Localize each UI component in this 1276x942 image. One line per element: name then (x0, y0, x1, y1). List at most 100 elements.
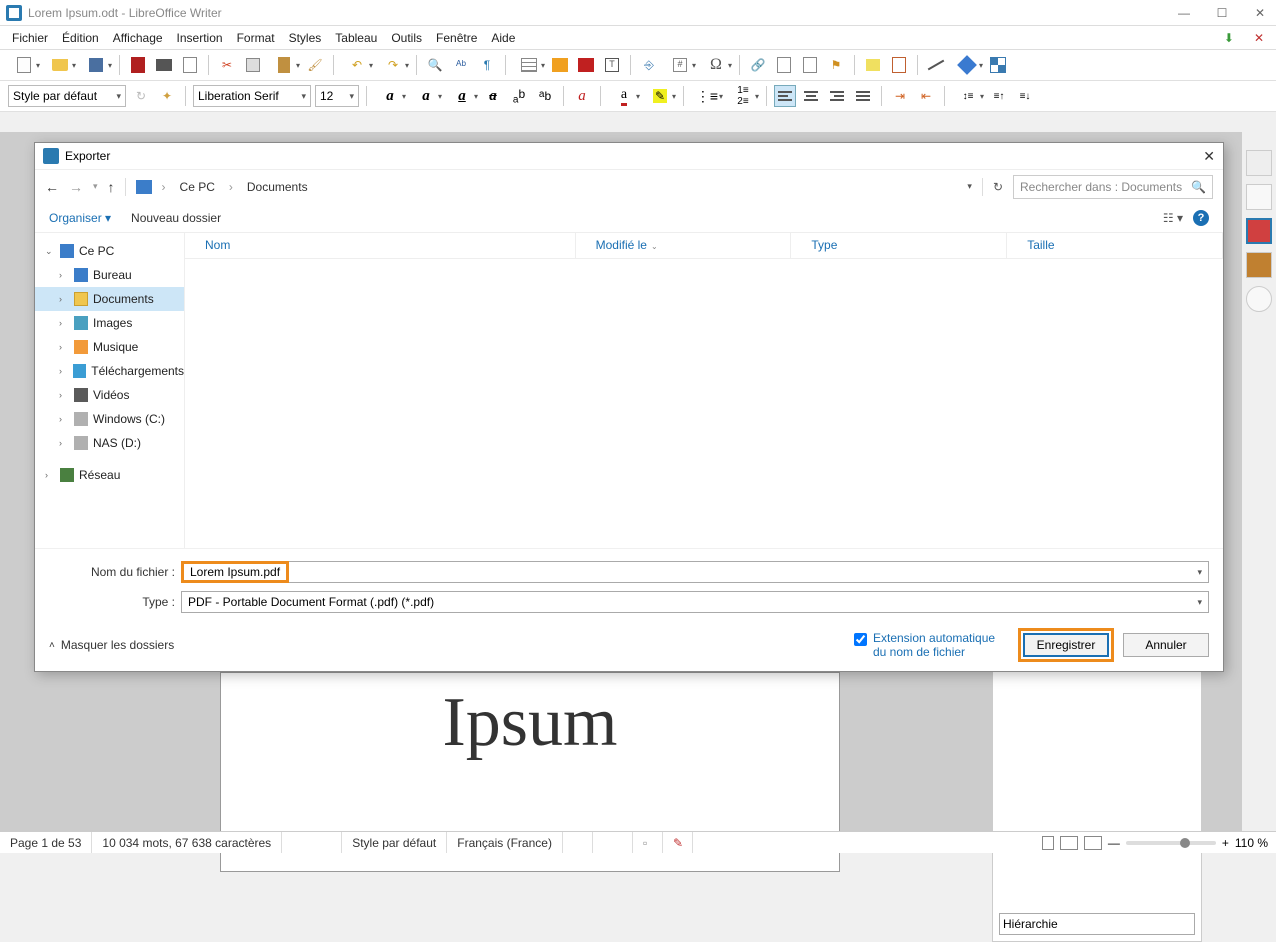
spellcheck-button[interactable]: ᴬᵇ (450, 54, 472, 76)
menu-insert[interactable]: Insertion (171, 29, 229, 47)
breadcrumb-root[interactable]: Ce PC (176, 180, 219, 194)
close-doc-icon[interactable]: ✕ (1248, 29, 1270, 47)
tree-ddrive[interactable]: ›NAS (D:) (35, 431, 184, 455)
insert-textbox-button[interactable]: T (601, 54, 623, 76)
tree-pc[interactable]: ⌄Ce PC (35, 239, 184, 263)
sidebar-wrench-icon[interactable] (1246, 184, 1272, 210)
nav-up-button[interactable]: ↑ (108, 179, 115, 195)
view-mode-button[interactable]: ☷ ▾ (1163, 211, 1183, 225)
sidebar-gallery-icon[interactable] (1246, 252, 1272, 278)
filename-input[interactable]: Lorem Ipsum.pdf ▾ (181, 561, 1209, 583)
status-page[interactable]: Page 1 de 53 (0, 832, 92, 853)
breadcrumb-dropdown[interactable]: ▾ (967, 181, 972, 192)
dialog-close-button[interactable]: ✕ (1203, 148, 1215, 165)
align-center-button[interactable] (800, 85, 822, 107)
close-button[interactable]: ✕ (1250, 6, 1270, 20)
status-lang[interactable]: Français (France) (447, 832, 563, 853)
cut-button[interactable]: ✂ (216, 54, 238, 76)
font-size-combo[interactable]: 12▾ (315, 85, 359, 107)
redo-button[interactable]: ↷▾ (377, 54, 409, 76)
bullet-list-button[interactable]: ⋮≡▾ (691, 85, 723, 107)
status-selection[interactable]: ▫ (633, 832, 663, 853)
menu-tools[interactable]: Outils (385, 29, 428, 47)
print-preview-button[interactable] (179, 54, 201, 76)
status-insert[interactable] (593, 832, 633, 853)
auto-extension-checkbox[interactable]: Extension automatique du nom de fichier (854, 631, 1003, 659)
menu-styles[interactable]: Styles (283, 29, 328, 47)
paste-button[interactable]: ▾ (268, 54, 300, 76)
minimize-button[interactable]: — (1174, 6, 1194, 20)
menu-view[interactable]: Affichage (107, 29, 169, 47)
sidebar-navigator-icon[interactable] (1246, 286, 1272, 312)
save-button[interactable]: ▾ (80, 54, 112, 76)
view-book-icon[interactable] (1084, 836, 1102, 850)
clear-format-button[interactable]: a (571, 85, 593, 107)
menu-table[interactable]: Tableau (329, 29, 383, 47)
export-pdf-button[interactable] (127, 54, 149, 76)
clone-format-button[interactable]: 🖌 (304, 54, 326, 76)
subscript-button[interactable]: ab (534, 85, 556, 107)
font-name-combo[interactable]: Liberation Serif▾ (193, 85, 311, 107)
show-draw-button[interactable] (987, 54, 1009, 76)
col-name[interactable]: Nom (185, 233, 576, 258)
hide-folders-button[interactable]: ˄Masquer les dossiers (49, 638, 174, 652)
search-input[interactable]: Rechercher dans : Documents 🔍 (1013, 175, 1213, 199)
indent-increase-button[interactable]: ⇥ (889, 85, 911, 107)
tree-network[interactable]: ›Réseau (35, 463, 184, 487)
line-button[interactable] (925, 54, 947, 76)
sidebar-styles-icon[interactable] (1246, 218, 1272, 244)
file-list[interactable]: Nom Modifié le⌄ Type Taille (185, 233, 1223, 548)
tree-music[interactable]: ›Musique (35, 335, 184, 359)
para-space-dec-button[interactable]: ≡↓ (1014, 85, 1036, 107)
status-style[interactable]: Style par défaut (342, 832, 447, 853)
indent-decrease-button[interactable]: ⇤ (915, 85, 937, 107)
footnote-button[interactable] (773, 54, 795, 76)
underline-button[interactable]: a▾ (446, 85, 478, 107)
new-style-button[interactable]: ✦ (156, 85, 178, 107)
breadcrumb-current[interactable]: Documents (243, 180, 312, 194)
hyperlink-button[interactable]: 🔗 (747, 54, 769, 76)
col-size[interactable]: Taille (1007, 233, 1223, 258)
menu-format[interactable]: Format (231, 29, 281, 47)
col-type[interactable]: Type (791, 233, 1007, 258)
sidebar-properties-icon[interactable] (1246, 150, 1272, 176)
number-list-button[interactable]: 1≡2≡▾ (727, 85, 759, 107)
menu-edit[interactable]: Édition (56, 29, 105, 47)
bold-button[interactable]: a▾ (374, 85, 406, 107)
font-color-button[interactable]: a▾ (608, 85, 640, 107)
new-button[interactable]: ▾ (8, 54, 40, 76)
organize-button[interactable]: Organiser ▾ (49, 211, 111, 225)
highlight-button[interactable]: ✎▾ (644, 85, 676, 107)
status-signature[interactable]: ✎ (663, 832, 693, 853)
tree-documents[interactable]: ›Documents (35, 287, 184, 311)
insert-image-button[interactable] (549, 54, 571, 76)
insert-symbol-button[interactable]: Ω▾ (700, 54, 732, 76)
tree-videos[interactable]: ›Vidéos (35, 383, 184, 407)
insert-field-button[interactable]: #▾ (664, 54, 696, 76)
bookmark-button[interactable]: ⚑ (825, 54, 847, 76)
line-spacing-button[interactable]: ↕≡▾ (952, 85, 984, 107)
nav-forward-button[interactable]: → (69, 179, 83, 195)
basic-shapes-button[interactable]: ▾ (951, 54, 983, 76)
tree-cdrive[interactable]: ›Windows (C:) (35, 407, 184, 431)
endnote-button[interactable] (799, 54, 821, 76)
para-space-inc-button[interactable]: ≡↑ (988, 85, 1010, 107)
print-button[interactable] (153, 54, 175, 76)
insert-table-button[interactable]: ▾ (513, 54, 545, 76)
undo-button[interactable]: ↶▾ (341, 54, 373, 76)
help-button[interactable]: ? (1193, 210, 1209, 226)
insert-pagebreak-button[interactable]: ⎆ (638, 54, 660, 76)
new-folder-button[interactable]: Nouveau dossier (131, 211, 221, 225)
pc-icon[interactable] (136, 180, 152, 194)
view-single-icon[interactable] (1042, 836, 1054, 850)
tree-desktop[interactable]: ›Bureau (35, 263, 184, 287)
comment-button[interactable] (862, 54, 884, 76)
strikethrough-button[interactable]: a (482, 85, 504, 107)
styles-filter-combo[interactable] (999, 913, 1195, 935)
refresh-button[interactable]: ↻ (993, 180, 1003, 194)
tree-downloads[interactable]: ›Téléchargements (35, 359, 184, 383)
insert-chart-button[interactable] (575, 54, 597, 76)
cancel-button[interactable]: Annuler (1123, 633, 1209, 657)
open-button[interactable]: ▾ (44, 54, 76, 76)
menu-window[interactable]: Fenêtre (430, 29, 483, 47)
